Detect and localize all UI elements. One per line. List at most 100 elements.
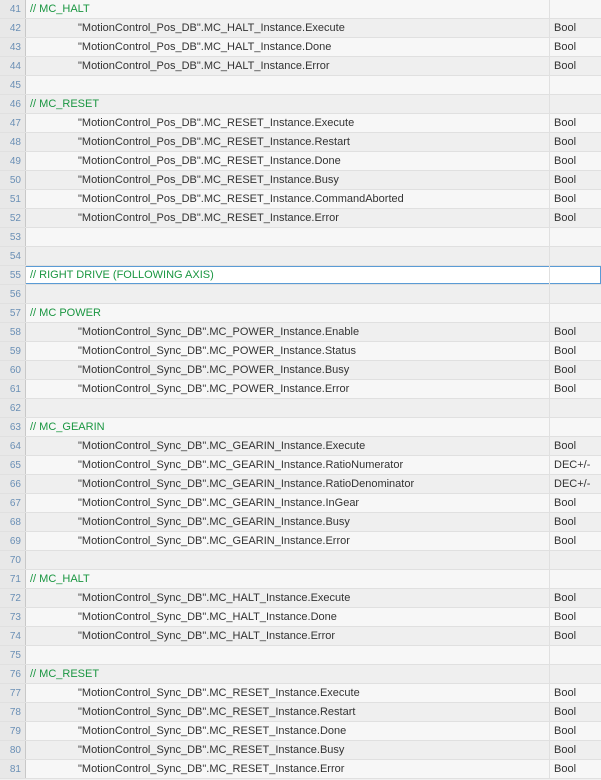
table-row[interactable]: 75 — [0, 646, 601, 665]
variable-name: "MotionControl_Pos_DB".MC_RESET_Instance… — [78, 117, 354, 129]
data-type — [549, 551, 601, 569]
row-content[interactable] — [26, 285, 549, 303]
row-content[interactable] — [26, 551, 549, 569]
table-row[interactable]: 65"MotionControl_Sync_DB".MC_GEARIN_Inst… — [0, 456, 601, 475]
line-number: 60 — [0, 361, 26, 379]
table-row[interactable]: 62 — [0, 399, 601, 418]
variable-name: "MotionControl_Sync_DB".MC_RESET_Instanc… — [78, 763, 344, 775]
table-row[interactable]: 42"MotionControl_Pos_DB".MC_HALT_Instanc… — [0, 19, 601, 38]
table-row[interactable]: 54 — [0, 247, 601, 266]
row-content[interactable]: "MotionControl_Pos_DB".MC_HALT_Instance.… — [26, 19, 549, 37]
table-row[interactable]: 67"MotionControl_Sync_DB".MC_GEARIN_Inst… — [0, 494, 601, 513]
row-content[interactable]: "MotionControl_Sync_DB".MC_GEARIN_Instan… — [26, 456, 549, 474]
table-row[interactable]: 55// RIGHT DRIVE (FOLLOWING AXIS) — [0, 266, 601, 285]
data-type — [549, 399, 601, 417]
table-row[interactable]: 63// MC_GEARIN — [0, 418, 601, 437]
table-row[interactable]: 57// MC POWER — [0, 304, 601, 323]
table-row[interactable]: 53 — [0, 228, 601, 247]
row-content[interactable]: "MotionControl_Pos_DB".MC_RESET_Instance… — [26, 209, 549, 227]
row-content[interactable]: "MotionControl_Sync_DB".MC_POWER_Instanc… — [26, 342, 549, 360]
line-number: 43 — [0, 38, 26, 56]
row-content[interactable]: "MotionControl_Sync_DB".MC_RESET_Instanc… — [26, 760, 549, 778]
watch-table-editor[interactable]: 41// MC_HALT42"MotionControl_Pos_DB".MC_… — [0, 0, 601, 779]
row-content[interactable]: // MC_RESET — [26, 95, 549, 113]
variable-name: "MotionControl_Pos_DB".MC_RESET_Instance… — [78, 174, 339, 186]
table-row[interactable]: 74"MotionControl_Sync_DB".MC_HALT_Instan… — [0, 627, 601, 646]
row-content[interactable]: // MC_RESET — [26, 665, 549, 683]
row-content[interactable]: "MotionControl_Sync_DB".MC_HALT_Instance… — [26, 608, 549, 626]
row-content[interactable] — [26, 228, 549, 246]
table-row[interactable]: 80"MotionControl_Sync_DB".MC_RESET_Insta… — [0, 741, 601, 760]
comment-text: // MC_RESET — [30, 668, 99, 680]
line-number: 55 — [0, 266, 26, 284]
table-row[interactable]: 79"MotionControl_Sync_DB".MC_RESET_Insta… — [0, 722, 601, 741]
line-number: 68 — [0, 513, 26, 531]
row-content[interactable] — [26, 399, 549, 417]
row-content[interactable] — [26, 646, 549, 664]
row-content[interactable]: // MC_GEARIN — [26, 418, 549, 436]
row-content[interactable]: "MotionControl_Pos_DB".MC_RESET_Instance… — [26, 190, 549, 208]
data-type — [549, 0, 601, 18]
row-content[interactable]: // RIGHT DRIVE (FOLLOWING AXIS) — [26, 266, 549, 284]
row-content[interactable]: "MotionControl_Sync_DB".MC_POWER_Instanc… — [26, 380, 549, 398]
data-type: Bool — [549, 152, 601, 170]
table-row[interactable]: 77"MotionControl_Sync_DB".MC_RESET_Insta… — [0, 684, 601, 703]
table-row[interactable]: 60"MotionControl_Sync_DB".MC_POWER_Insta… — [0, 361, 601, 380]
table-row[interactable]: 64"MotionControl_Sync_DB".MC_GEARIN_Inst… — [0, 437, 601, 456]
data-type: Bool — [549, 627, 601, 645]
table-row[interactable]: 51"MotionControl_Pos_DB".MC_RESET_Instan… — [0, 190, 601, 209]
table-row[interactable]: 73"MotionControl_Sync_DB".MC_HALT_Instan… — [0, 608, 601, 627]
row-content[interactable]: "MotionControl_Pos_DB".MC_RESET_Instance… — [26, 133, 549, 151]
row-content[interactable]: "MotionControl_Sync_DB".MC_RESET_Instanc… — [26, 741, 549, 759]
row-content[interactable]: "MotionControl_Sync_DB".MC_HALT_Instance… — [26, 627, 549, 645]
table-row[interactable]: 56 — [0, 285, 601, 304]
row-content[interactable]: "MotionControl_Pos_DB".MC_RESET_Instance… — [26, 114, 549, 132]
row-content[interactable]: "MotionControl_Sync_DB".MC_GEARIN_Instan… — [26, 437, 549, 455]
row-content[interactable]: "MotionControl_Sync_DB".MC_HALT_Instance… — [26, 589, 549, 607]
table-row[interactable]: 43"MotionControl_Pos_DB".MC_HALT_Instanc… — [0, 38, 601, 57]
row-content[interactable] — [26, 247, 549, 265]
row-content[interactable]: "MotionControl_Sync_DB".MC_RESET_Instanc… — [26, 684, 549, 702]
variable-name: "MotionControl_Pos_DB".MC_RESET_Instance… — [78, 212, 339, 224]
row-content[interactable]: "MotionControl_Sync_DB".MC_RESET_Instanc… — [26, 703, 549, 721]
table-row[interactable]: 59"MotionControl_Sync_DB".MC_POWER_Insta… — [0, 342, 601, 361]
table-row[interactable]: 58"MotionControl_Sync_DB".MC_POWER_Insta… — [0, 323, 601, 342]
table-row[interactable]: 70 — [0, 551, 601, 570]
table-row[interactable]: 47"MotionControl_Pos_DB".MC_RESET_Instan… — [0, 114, 601, 133]
table-row[interactable]: 50"MotionControl_Pos_DB".MC_RESET_Instan… — [0, 171, 601, 190]
table-row[interactable]: 66"MotionControl_Sync_DB".MC_GEARIN_Inst… — [0, 475, 601, 494]
table-row[interactable]: 61"MotionControl_Sync_DB".MC_POWER_Insta… — [0, 380, 601, 399]
row-content[interactable]: "MotionControl_Sync_DB".MC_GEARIN_Instan… — [26, 513, 549, 531]
row-content[interactable]: "MotionControl_Sync_DB".MC_GEARIN_Instan… — [26, 494, 549, 512]
table-row[interactable]: 45 — [0, 76, 601, 95]
table-row[interactable]: 69"MotionControl_Sync_DB".MC_GEARIN_Inst… — [0, 532, 601, 551]
row-content[interactable]: // MC POWER — [26, 304, 549, 322]
row-content[interactable]: "MotionControl_Sync_DB".MC_POWER_Instanc… — [26, 323, 549, 341]
table-row[interactable]: 49"MotionControl_Pos_DB".MC_RESET_Instan… — [0, 152, 601, 171]
line-number: 79 — [0, 722, 26, 740]
table-row[interactable]: 78"MotionControl_Sync_DB".MC_RESET_Insta… — [0, 703, 601, 722]
row-content[interactable]: "MotionControl_Pos_DB".MC_RESET_Instance… — [26, 152, 549, 170]
table-row[interactable]: 41// MC_HALT — [0, 0, 601, 19]
table-row[interactable]: 46// MC_RESET — [0, 95, 601, 114]
row-content[interactable]: "MotionControl_Pos_DB".MC_HALT_Instance.… — [26, 38, 549, 56]
table-row[interactable]: 71// MC_HALT — [0, 570, 601, 589]
table-row[interactable]: 68"MotionControl_Sync_DB".MC_GEARIN_Inst… — [0, 513, 601, 532]
table-row[interactable]: 72"MotionControl_Sync_DB".MC_HALT_Instan… — [0, 589, 601, 608]
row-content[interactable]: // MC_HALT — [26, 0, 549, 18]
row-content[interactable]: // MC_HALT — [26, 570, 549, 588]
row-content[interactable]: "MotionControl_Pos_DB".MC_RESET_Instance… — [26, 171, 549, 189]
variable-name: "MotionControl_Pos_DB".MC_RESET_Instance… — [78, 136, 350, 148]
row-content[interactable]: "MotionControl_Sync_DB".MC_GEARIN_Instan… — [26, 532, 549, 550]
variable-name: "MotionControl_Sync_DB".MC_GEARIN_Instan… — [78, 535, 350, 547]
row-content[interactable]: "MotionControl_Sync_DB".MC_POWER_Instanc… — [26, 361, 549, 379]
table-row[interactable]: 44"MotionControl_Pos_DB".MC_HALT_Instanc… — [0, 57, 601, 76]
row-content[interactable]: "MotionControl_Pos_DB".MC_HALT_Instance.… — [26, 57, 549, 75]
row-content[interactable]: "MotionControl_Sync_DB".MC_GEARIN_Instan… — [26, 475, 549, 493]
table-row[interactable]: 52"MotionControl_Pos_DB".MC_RESET_Instan… — [0, 209, 601, 228]
row-content[interactable]: "MotionControl_Sync_DB".MC_RESET_Instanc… — [26, 722, 549, 740]
table-row[interactable]: 48"MotionControl_Pos_DB".MC_RESET_Instan… — [0, 133, 601, 152]
row-content[interactable] — [26, 76, 549, 94]
table-row[interactable]: 81"MotionControl_Sync_DB".MC_RESET_Insta… — [0, 760, 601, 779]
table-row[interactable]: 76// MC_RESET — [0, 665, 601, 684]
